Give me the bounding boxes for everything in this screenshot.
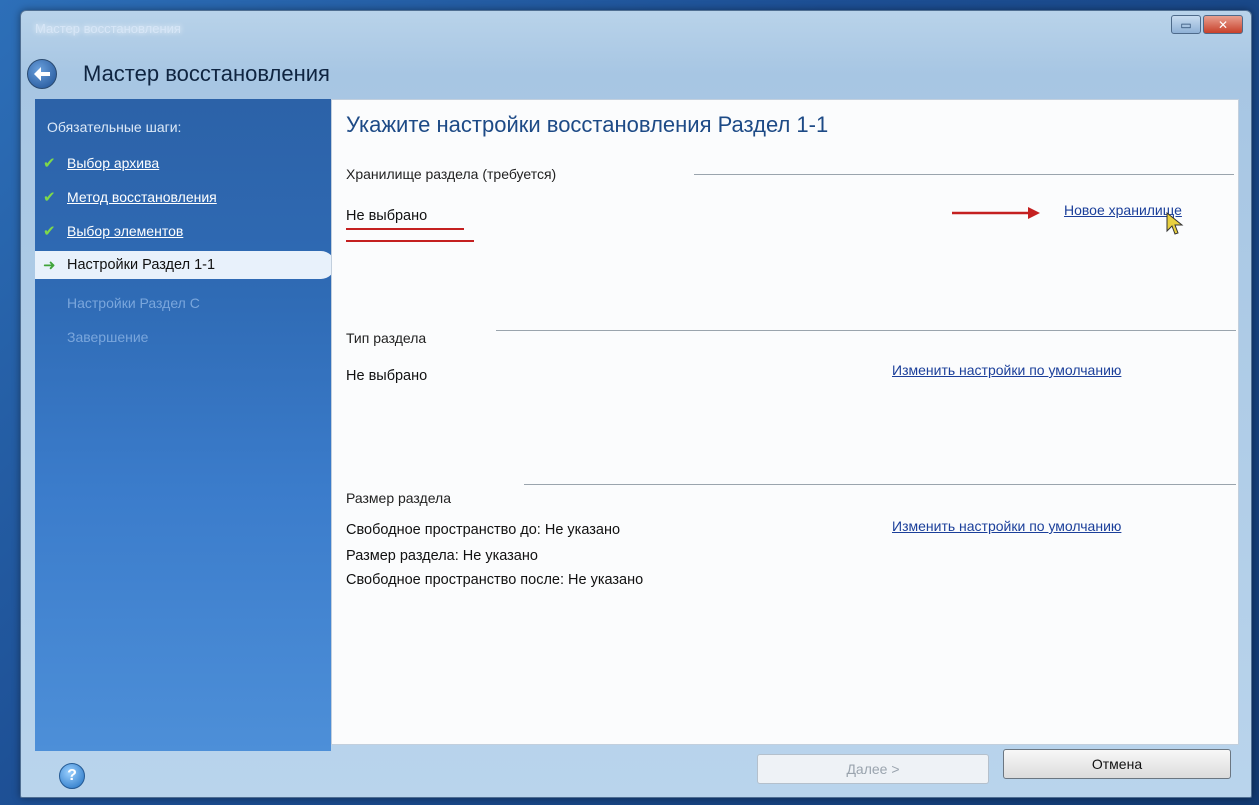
sidebar-step-label: Метод восстановления — [67, 189, 217, 205]
sidebar-step-finish: Завершение — [35, 323, 148, 351]
red-arrow-annotation — [952, 207, 1040, 219]
minimize-button[interactable]: ▭ — [1171, 15, 1201, 34]
sidebar-step-method[interactable]: ✔ Метод восстановления — [35, 183, 217, 211]
free-space-after: Свободное пространство после: Не указано — [346, 572, 644, 588]
checkmark-icon: ✔ — [43, 189, 56, 206]
sidebar-step-items[interactable]: ✔ Выбор элементов — [35, 217, 183, 245]
close-button[interactable]: ✕ — [1203, 15, 1243, 34]
minimize-icon: ▭ — [1180, 17, 1192, 32]
checkmark-icon: ✔ — [43, 155, 56, 172]
mouse-cursor-icon — [1166, 212, 1184, 235]
type-section-label: Тип раздела — [346, 330, 427, 346]
sidebar-step-label: Настройки Раздел 1-1 — [67, 257, 216, 273]
wizard-footer: ? Далее > Отмена — [35, 749, 1239, 797]
sidebar-heading: Обязательные шаги: — [47, 119, 182, 135]
section-divider — [694, 174, 1234, 175]
sidebar-step-label: Завершение — [67, 329, 149, 345]
window-controls: ▭ ✕ — [1171, 15, 1243, 34]
new-storage-link[interactable]: Новое хранилище — [1064, 202, 1182, 218]
sidebar-step-label: Выбор элементов — [67, 223, 184, 239]
cancel-button[interactable]: Отмена — [1003, 749, 1231, 779]
sidebar-step-label: Настройки Раздел С — [67, 295, 200, 311]
section-divider — [524, 484, 1236, 485]
partition-size: Размер раздела: Не указано — [346, 548, 538, 564]
size-section-label: Размер раздела — [346, 490, 451, 506]
settings-panel: Укажите настройки восстановления Раздел … — [331, 99, 1239, 745]
title-bar[interactable]: Мастер восстановления ▭ ✕ — [21, 11, 1251, 43]
arrow-right-icon: ➜ — [43, 257, 56, 274]
close-icon: ✕ — [1217, 17, 1229, 32]
storage-value: Не выбрано — [346, 208, 428, 224]
sidebar-step-current: ➜ Настройки Раздел 1-1 — [35, 251, 335, 279]
red-underline-annotation — [346, 240, 474, 242]
page-title: Укажите настройки восстановления Раздел … — [346, 112, 829, 137]
checkmark-icon: ✔ — [43, 223, 56, 240]
type-value: Не выбрано — [346, 368, 428, 384]
wizard-header: Мастер восстановления — [21, 49, 1251, 101]
wizard-window: Мастер восстановления ▭ ✕ Мастер восстан… — [20, 10, 1252, 798]
help-icon[interactable]: ? — [59, 763, 85, 789]
next-button[interactable]: Далее > — [757, 754, 989, 784]
window-title: Мастер восстановления — [35, 21, 181, 36]
back-button[interactable] — [27, 59, 57, 89]
sidebar-step-label: Выбор архива — [67, 155, 160, 171]
sidebar-step-partition-c: Настройки Раздел С — [35, 289, 200, 317]
steps-sidebar: Обязательные шаги: ✔ Выбор архива ✔ Мето… — [35, 99, 335, 751]
back-arrow-icon — [34, 67, 50, 81]
section-divider — [496, 330, 1236, 331]
free-space-before: Свободное пространство до: Не указано — [346, 522, 621, 538]
sidebar-step-archive[interactable]: ✔ Выбор архива — [35, 149, 159, 177]
size-change-defaults-link[interactable]: Изменить настройки по умолчанию — [892, 518, 1121, 534]
header-title: Мастер восстановления — [83, 61, 330, 86]
type-change-defaults-link[interactable]: Изменить настройки по умолчанию — [892, 362, 1121, 378]
storage-section-label: Хранилище раздела (требуется) — [346, 166, 557, 182]
red-underline-annotation — [346, 228, 464, 230]
